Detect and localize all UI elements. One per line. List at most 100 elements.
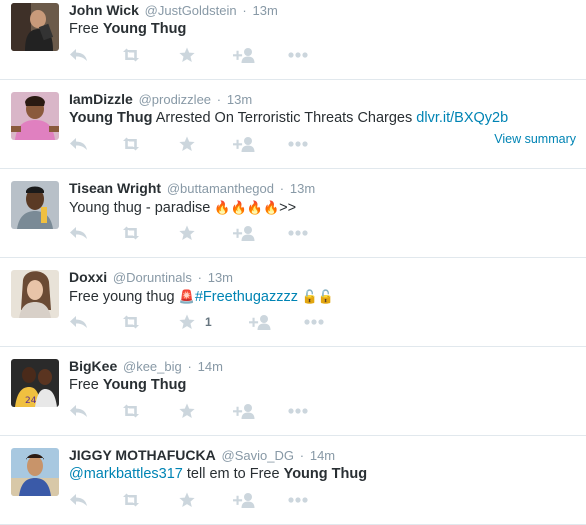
favorite-count: 1 (205, 315, 212, 329)
retweet-icon (123, 315, 139, 329)
highlighted-term: Young Thug (283, 466, 368, 482)
follow-icon (233, 137, 255, 152)
reply-button[interactable] (69, 491, 88, 509)
avatar[interactable] (11, 3, 59, 51)
username[interactable]: @Savio_DG (222, 448, 294, 463)
retweet-button[interactable] (120, 135, 142, 153)
tweet-header: Doxxi @Doruntinals · 13m (69, 267, 580, 287)
tweet-4[interactable]: Doxxi @Doruntinals · 13m Free young thug… (0, 258, 586, 347)
tweet-6[interactable]: JIGGY MOTHAFUCKA @Savio_DG · 14m @markba… (0, 436, 586, 525)
follow-button[interactable] (233, 224, 255, 242)
more-button[interactable] (288, 491, 308, 509)
fullname[interactable]: Tisean Wright (69, 180, 161, 196)
tweet-content: IamDizzle @prodizzlee · 13m Young Thug A… (69, 80, 580, 152)
username[interactable]: @JustGoldstein (145, 3, 237, 18)
follow-button[interactable] (233, 135, 255, 153)
tweet-content: BigKee @kee_big · 14m Free Young Thug (69, 347, 580, 419)
username[interactable]: @Doruntinals (113, 270, 192, 285)
more-button[interactable] (288, 224, 308, 242)
tweet-content: JIGGY MOTHAFUCKA @Savio_DG · 14m @markba… (69, 436, 580, 508)
tweet-3[interactable]: Tisean Wright @buttamanthegod · 13m Youn… (0, 169, 586, 258)
star-icon (179, 225, 195, 240)
avatar[interactable]: 24 (11, 359, 59, 407)
follow-icon (233, 48, 255, 63)
tweet-text-span: Free young thug (69, 289, 179, 305)
tweet-header: BigKee @kee_big · 14m (69, 356, 580, 376)
reply-button[interactable] (69, 313, 88, 331)
favorite-button[interactable] (179, 402, 195, 420)
more-button[interactable] (304, 313, 324, 331)
follow-button[interactable] (233, 491, 255, 509)
retweet-button[interactable] (120, 224, 142, 242)
tweet-text: Young thug - paradise 🔥🔥🔥🔥>> (69, 198, 580, 218)
avatar[interactable] (11, 92, 59, 140)
avatar[interactable] (11, 270, 59, 318)
fullname[interactable]: IamDizzle (69, 91, 133, 107)
follow-button[interactable] (233, 46, 255, 64)
timestamp[interactable]: 14m (310, 448, 335, 463)
reply-icon (70, 227, 87, 239)
timestamp[interactable]: 13m (208, 270, 233, 285)
fullname[interactable]: BigKee (69, 358, 117, 374)
tweet-2[interactable]: IamDizzle @prodizzlee · 13m Young Thug A… (0, 80, 586, 169)
fullname[interactable]: John Wick (69, 2, 139, 18)
more-icon (288, 230, 308, 236)
favorite-button[interactable] (179, 46, 195, 64)
favorite-button[interactable]: 1 (179, 313, 212, 331)
tweet-5[interactable]: 24 BigKee @kee_big · 14m Free Young Thug (0, 347, 586, 436)
star-icon (179, 403, 195, 418)
retweet-button[interactable] (120, 402, 142, 420)
more-button[interactable] (288, 402, 308, 420)
retweet-button[interactable] (120, 313, 142, 331)
svg-text:24: 24 (25, 396, 37, 406)
reply-button[interactable] (69, 135, 88, 153)
reply-button[interactable] (69, 224, 88, 242)
username[interactable]: @buttamanthegod (167, 181, 274, 196)
retweet-button[interactable] (120, 491, 142, 509)
tweet-text: Free Young Thug (69, 20, 580, 39)
reply-icon (70, 138, 87, 150)
highlighted-term: Young Thug (69, 110, 153, 126)
more-button[interactable] (288, 135, 308, 153)
tweet-text: Free Young Thug (69, 376, 580, 395)
follow-button[interactable] (249, 313, 271, 331)
tweet-content: John Wick @JustGoldstein · 13m Free Youn… (69, 0, 580, 63)
emoji: 🔥🔥🔥🔥 (214, 200, 280, 215)
tweet-feed: John Wick @JustGoldstein · 13m Free Youn… (0, 0, 586, 525)
username[interactable]: @kee_big (123, 359, 182, 374)
favorite-button[interactable] (179, 224, 195, 242)
tweet-1[interactable]: John Wick @JustGoldstein · 13m Free Youn… (0, 0, 586, 80)
tweet-link[interactable]: #Freethugazzzz (195, 289, 298, 305)
timestamp[interactable]: 13m (290, 181, 315, 196)
reply-button[interactable] (69, 402, 88, 420)
fullname[interactable]: JIGGY MOTHAFUCKA (69, 447, 216, 463)
retweet-icon (123, 404, 139, 418)
avatar[interactable] (11, 448, 59, 496)
reply-button[interactable] (69, 46, 88, 64)
timestamp[interactable]: 13m (253, 3, 278, 18)
avatar[interactable] (11, 181, 59, 229)
timestamp[interactable]: 14m (198, 359, 223, 374)
tweet-link[interactable]: @markbattles317 (69, 466, 183, 482)
follow-icon (233, 493, 255, 508)
tweet-text-span: Young thug - paradise (69, 200, 215, 216)
tweet-text-span: Free (69, 377, 103, 393)
tweet-content: Tisean Wright @buttamanthegod · 13m Youn… (69, 169, 580, 241)
favorite-button[interactable] (179, 491, 195, 509)
timestamp[interactable]: 13m (227, 92, 252, 107)
emoji: 🔓🔓 (298, 289, 334, 304)
separator-dot: · (299, 448, 305, 463)
star-icon (179, 136, 195, 151)
follow-button[interactable] (233, 402, 255, 420)
view-summary-link[interactable]: View summary (494, 132, 576, 146)
fullname[interactable]: Doxxi (69, 269, 107, 285)
star-icon (179, 492, 195, 507)
reply-icon (70, 494, 87, 506)
retweet-icon (123, 48, 139, 62)
favorite-button[interactable] (179, 135, 195, 153)
retweet-button[interactable] (120, 46, 142, 64)
tweet-link[interactable]: dlvr.it/BXQy2b (416, 110, 508, 126)
separator-dot: · (187, 359, 192, 374)
username[interactable]: @prodizzlee (139, 92, 211, 107)
more-button[interactable] (288, 46, 308, 64)
